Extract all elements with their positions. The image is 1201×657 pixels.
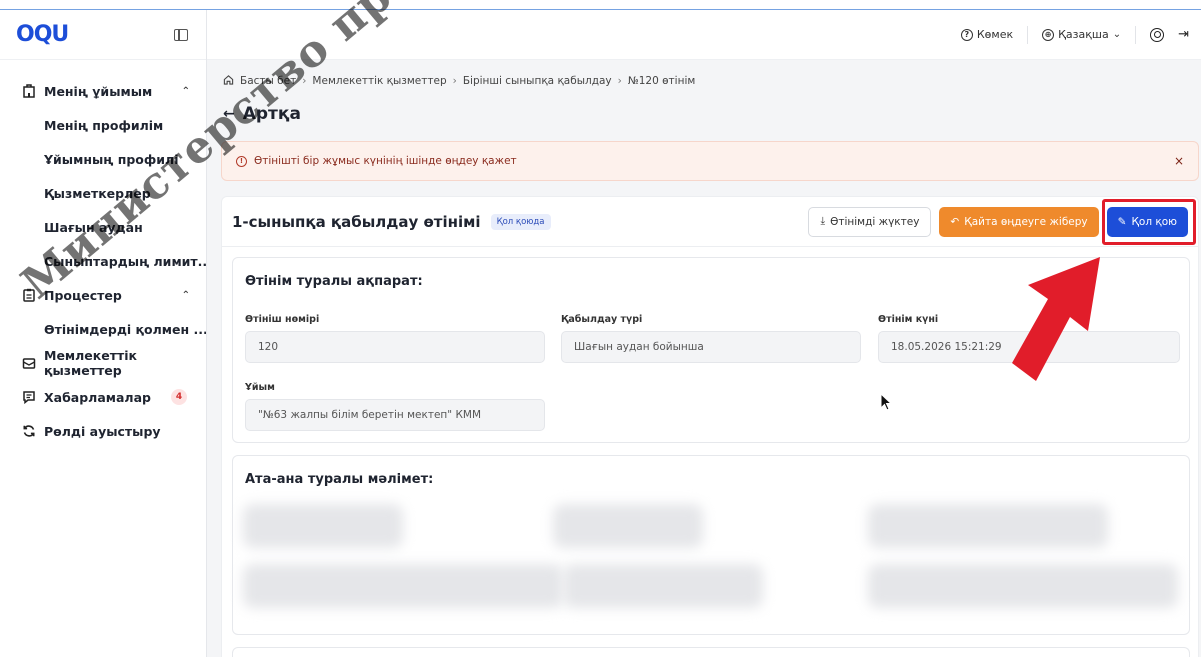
clipboard-icon [22, 288, 36, 302]
redacted-content [868, 504, 1108, 548]
sidebar-collapse-icon[interactable] [174, 28, 188, 41]
sidebar-item-manual-applications[interactable]: Өтінімдерді қолмен ... [0, 312, 206, 346]
application-info-section: Өтінім туралы ақпарат: Өтініш нөмірі 120… [232, 257, 1190, 443]
arrow-left-icon: ← [223, 106, 235, 122]
sidebar-group-label: Мемлекеттік қызметтер [44, 348, 137, 378]
application-date-field: Өтінім күні 18.05.2026 15:21:29 [878, 314, 1180, 363]
alert-text: Өтінішті бір жұмыс күнінің ішінде өңдеу … [254, 155, 517, 167]
language-label: Қазақша [1058, 28, 1109, 41]
language-selector[interactable]: ⊕ Қазақша ⌄ [1042, 28, 1121, 41]
sidebar-item-class-limits[interactable]: Сыныптардың лимит... [0, 244, 206, 278]
sidebar-group-label: Рөлді ауыстыру [44, 423, 161, 439]
back-label: Артқа [242, 104, 301, 124]
sidebar-nav: Менің ұйымым ⌃ Менің профилім Ұйымның пр… [0, 60, 206, 448]
back-button[interactable]: ← Артқа [223, 104, 301, 124]
top-header: ? Көмек ⊕ Қазақша ⌄ ⇥ [207, 10, 1201, 60]
application-number-value[interactable]: 120 [245, 331, 545, 363]
sidebar-group-public-services[interactable]: Мемлекеттік қызметтер [0, 346, 206, 380]
application-card: 1-сыныпқа қабылдау өтінімі Қол қоюда ⤓ Ө… [221, 196, 1199, 657]
notification-badge: 4 [170, 389, 187, 405]
sidebar-group-label: Хабарламалар [44, 389, 151, 405]
user-profile-icon[interactable] [1150, 27, 1165, 42]
parent-info-section: Ата-ана туралы мәлімет: [232, 455, 1190, 635]
chevron-right-icon: › [302, 75, 307, 87]
deadline-alert: ! Өтінішті бір жұмыс күнінің ішінде өңде… [221, 141, 1199, 181]
organization-value[interactable]: "№63 жалпы білім беретін мектеп" КММ [245, 399, 545, 431]
message-icon [22, 390, 36, 404]
organization-field: Ұйым "№63 жалпы білім беретін мектеп" КМ… [245, 382, 545, 431]
home-icon [223, 74, 234, 88]
refresh-icon [22, 424, 36, 438]
action-buttons: ⤓ Өтінімді жүктеу ↶ Қайта өңдеуге жіберу… [808, 206, 1188, 237]
info-icon: ! [236, 155, 247, 167]
undo-icon: ↶ [950, 215, 960, 228]
breadcrumb-item-first-grade[interactable]: Бірінші сыныпқа қабылдау [463, 75, 612, 87]
breadcrumb-item-public-services[interactable]: Мемлекеттік қызметтер [312, 75, 446, 87]
redacted-content [868, 564, 1178, 608]
download-application-button[interactable]: ⤓ Өтінімді жүктеу [808, 206, 932, 237]
sidebar-group-switch-role[interactable]: Рөлді ауыстыру [0, 414, 206, 448]
sidebar-item-employees[interactable]: Қызметкерлер [0, 176, 206, 210]
logo-row: OQU [0, 10, 206, 60]
sign-button[interactable]: ✎ Қол қою [1106, 206, 1188, 237]
return-label: Қайта өңдеуге жіберу [964, 215, 1088, 228]
chevron-right-icon: › [617, 75, 622, 87]
question-icon: ? [960, 28, 973, 41]
close-icon[interactable]: × [1174, 154, 1184, 168]
sidebar-item-org-profile[interactable]: Ұйымның профилі [0, 142, 206, 176]
application-header: 1-сыныпқа қабылдау өтінімі Қол қоюда ⤓ Ө… [222, 197, 1198, 247]
application-date-value[interactable]: 18.05.2026 15:21:29 [878, 331, 1180, 363]
chevron-down-icon: ⌄ [1112, 29, 1122, 40]
field-label: Өтінім күні [878, 314, 939, 325]
download-icon: ⤓ [820, 215, 826, 227]
divider [1135, 25, 1137, 44]
main-content: Басты бет › Мемлекеттік қызметтер › Бірі… [207, 60, 1201, 657]
redacted-content [243, 504, 403, 548]
field-label: Ұйым [245, 382, 275, 393]
redacted-content [563, 564, 763, 608]
sidebar-group-messages[interactable]: Хабарламалар 4 [0, 380, 206, 414]
logout-icon[interactable]: ⇥ [1178, 27, 1189, 42]
redacted-content [553, 504, 703, 548]
breadcrumb-item-home[interactable]: Басты бет [240, 75, 296, 87]
field-label: Өтініш нөмірі [245, 314, 320, 325]
application-title: 1-сыныпқа қабылдау өтінімі [232, 212, 481, 231]
help-label: Көмек [976, 28, 1014, 41]
sidebar-item-microdistrict[interactable]: Шағын аудан [0, 210, 206, 244]
sign-label: Қол қою [1131, 215, 1177, 228]
sidebar: OQU Менің ұйымым ⌃ Менің профилім Ұйымны… [0, 10, 207, 657]
sidebar-group-my-organization[interactable]: Менің ұйымым ⌃ [0, 74, 206, 108]
admission-type-field: Қабылдау түрі Шағын аудан бойынша [561, 314, 861, 363]
sidebar-group-label: Менің ұйымым [44, 83, 153, 99]
section-title: Ата-ана туралы мәлімет: [245, 472, 434, 487]
sidebar-group-processes[interactable]: Процестер ⌃ [0, 278, 206, 312]
next-section [232, 647, 1190, 657]
redacted-content [243, 564, 563, 608]
building-icon [22, 84, 36, 98]
download-label: Өтінімді жүктеу [830, 215, 920, 228]
pen-icon: ✎ [1117, 215, 1127, 228]
top-strip [0, 0, 1201, 10]
breadcrumb: Басты бет › Мемлекеттік қызметтер › Бірі… [223, 74, 695, 88]
return-for-revision-button[interactable]: ↶ Қайта өңдеуге жіберу [939, 206, 1099, 237]
application-number-field: Өтініш нөмірі 120 [245, 314, 545, 363]
field-label: Қабылдау түрі [561, 314, 643, 325]
admission-type-value[interactable]: Шағын аудан бойынша [561, 331, 861, 363]
globe-icon: ⊕ [1042, 28, 1055, 41]
status-badge: Қол қоюда [490, 213, 551, 230]
chevron-right-icon: › [452, 75, 457, 87]
logo[interactable]: OQU [16, 22, 69, 47]
divider [1027, 25, 1029, 44]
section-title: Өтінім туралы ақпарат: [245, 274, 423, 289]
help-button[interactable]: ? Көмек [960, 28, 1014, 41]
chevron-up-icon: ⌃ [181, 85, 190, 97]
breadcrumb-item-current: №120 өтінім [627, 75, 696, 87]
chevron-up-icon: ⌃ [181, 289, 190, 301]
sidebar-item-my-profile[interactable]: Менің профилім [0, 108, 206, 142]
sidebar-group-label: Процестер [44, 287, 122, 303]
mail-icon [22, 356, 36, 370]
